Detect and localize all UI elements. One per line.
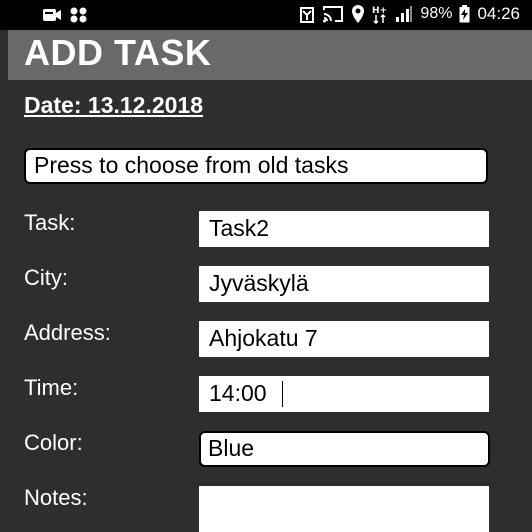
color-select[interactable]: Blue [199, 431, 490, 467]
hplus-data-icon: H+ [372, 4, 388, 24]
add-task-screen: H+ 98% 04:26 ADD TASK Date: 13.12.2018 P… [0, 0, 532, 532]
task-input[interactable]: Task2 [199, 211, 489, 247]
page-title: ADD TASK [24, 32, 212, 73]
city-input-value: Jyväskylä [209, 270, 309, 296]
status-clock: 04:26 [477, 4, 520, 23]
charging-icon [459, 5, 470, 23]
time-input-value: 14:00 [209, 380, 267, 406]
notes-label: Notes: [24, 485, 88, 510]
cast-icon [322, 5, 344, 23]
city-label: City: [24, 265, 68, 290]
time-label: Time: [24, 375, 79, 400]
battery-percent: 98% [420, 5, 453, 22]
color-label: Color: [24, 430, 83, 455]
status-bar-right: H+ 98% 04:26 [299, 4, 520, 24]
signal-icon [395, 5, 413, 23]
svg-text:H+: H+ [372, 6, 387, 16]
choose-old-task-button[interactable]: Press to choose from old tasks [24, 148, 488, 184]
date-label: Date: 13.12.2018 [24, 92, 204, 118]
address-input[interactable]: Ahjokatu 7 [199, 321, 489, 357]
location-icon [351, 4, 365, 24]
address-label: Address: [24, 320, 111, 345]
task-input-value: Task2 [209, 215, 270, 241]
text-caret [282, 381, 283, 407]
battery-saver-icon [299, 5, 315, 23]
city-input[interactable]: Jyväskylä [199, 266, 489, 302]
status-bar: H+ 98% 04:26 [0, 0, 532, 30]
color-select-value: Blue [208, 435, 255, 461]
address-input-value: Ahjokatu 7 [209, 325, 318, 351]
notes-input[interactable] [199, 486, 489, 532]
screen-record-icon [42, 8, 62, 22]
task-label: Task: [24, 210, 76, 235]
choose-old-task-label: Press to choose from old tasks [34, 152, 349, 178]
status-bar-left [42, 7, 88, 23]
app-grid-icon [70, 7, 88, 23]
time-input[interactable]: 14:00 [199, 376, 489, 412]
app-bar: ADD TASK [8, 30, 532, 80]
